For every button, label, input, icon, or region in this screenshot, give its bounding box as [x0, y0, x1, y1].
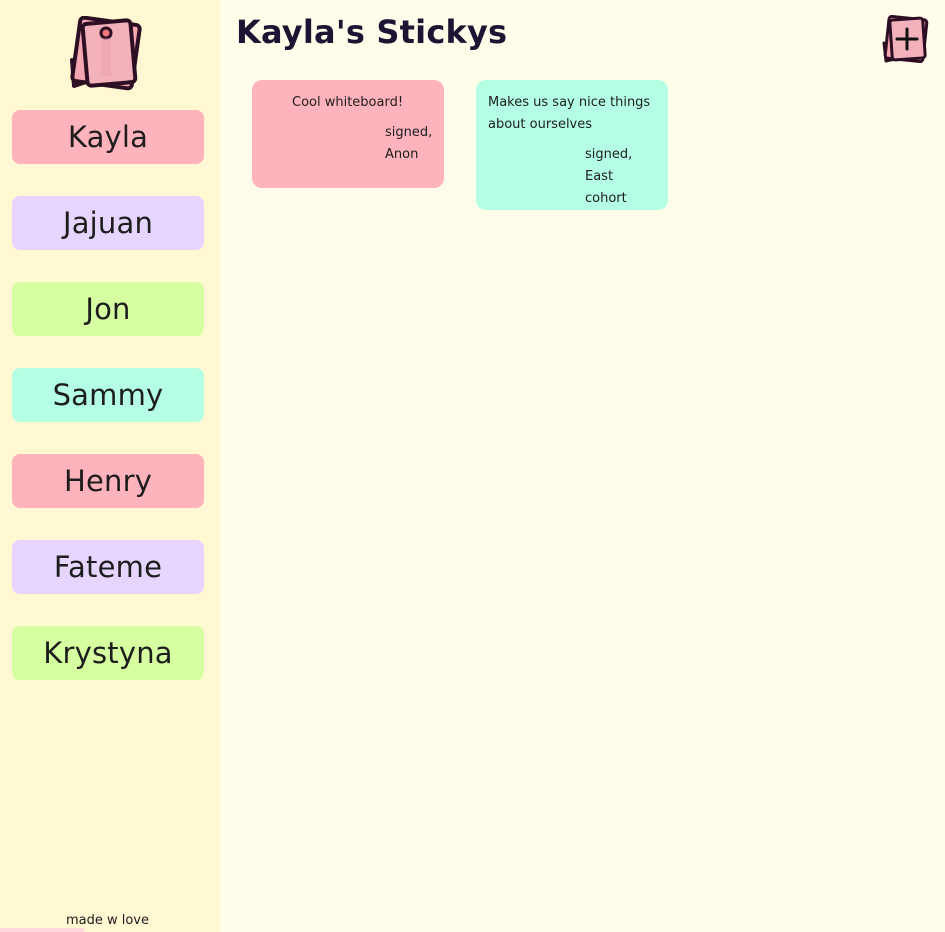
note-message: Cool whiteboard! — [292, 95, 404, 110]
note-signature-label: signed, — [385, 125, 433, 140]
sidebar-item-sammy[interactable]: Sammy — [12, 368, 204, 422]
sidebar-item-jajuan[interactable]: Jajuan — [12, 196, 204, 250]
sidebar: Kayla Jajuan Jon Sammy Henry Fateme Krys… — [0, 0, 220, 932]
note-signature-label: signed, — [585, 147, 633, 162]
add-note-icon — [882, 14, 929, 64]
page-title: Kayla's Stickys — [236, 13, 508, 51]
sidebar-item-krystyna[interactable]: Krystyna — [12, 626, 204, 680]
sidebar-item-kayla[interactable]: Kayla — [12, 110, 204, 164]
add-note-button[interactable] — [881, 14, 931, 64]
sticky-note-logo-icon — [68, 15, 146, 94]
sidebar-item-fateme[interactable]: Fateme — [12, 540, 204, 594]
sidebar-item-jon[interactable]: Jon — [12, 282, 204, 336]
footer-credit: made w love — [65, 913, 150, 928]
footer-accent-strip — [0, 928, 84, 932]
note-message: Makes us say nice things about ourselves — [488, 95, 651, 132]
sticky-note[interactable]: Cool whiteboard! signed, Anon — [252, 80, 444, 188]
app-root: Kayla Jajuan Jon Sammy Henry Fateme Krys… — [0, 0, 945, 932]
note-author: Anon — [385, 147, 419, 162]
sticky-note[interactable]: Makes us say nice things about ourselves… — [476, 80, 668, 210]
sidebar-item-henry[interactable]: Henry — [12, 454, 204, 508]
note-author: East cohort — [585, 169, 627, 206]
